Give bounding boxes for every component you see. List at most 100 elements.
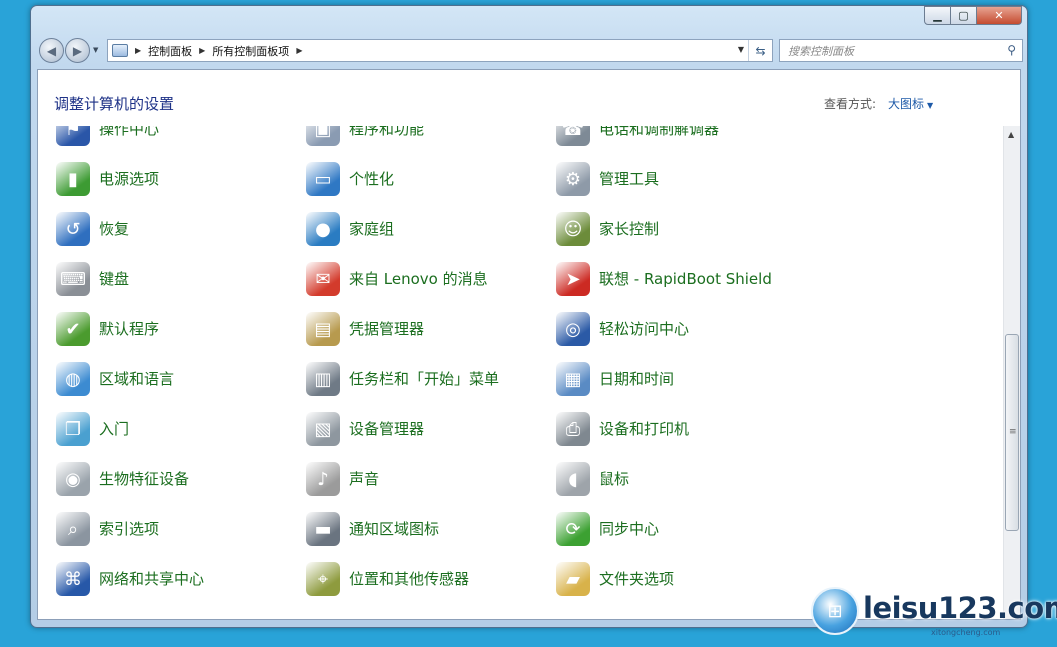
- view-by-label: 查看方式:: [824, 97, 877, 111]
- control-panel-item[interactable]: ⟳ 同步中心: [556, 508, 796, 548]
- search-input[interactable]: 搜索控制面板: [788, 43, 854, 59]
- parental-icon: ☺: [556, 212, 590, 246]
- breadcrumb-separator-icon[interactable]: ▶: [199, 46, 205, 55]
- item-label[interactable]: 电话和调制解调器: [599, 126, 719, 139]
- monitor-icon: ▭: [306, 162, 340, 196]
- control-panel-item[interactable]: ▬ 通知区域图标: [306, 508, 546, 548]
- control-panel-item[interactable]: ▧ 设备管理器: [306, 408, 546, 448]
- mouse-icon: ◖: [556, 462, 590, 496]
- watermark-subtext: xitongcheng.com: [931, 628, 1001, 637]
- control-panel-item[interactable]: ⌘ 网络和共享中心: [56, 558, 296, 598]
- control-panel-item[interactable]: ◎ 轻松访问中心: [556, 308, 796, 348]
- item-label[interactable]: 设备和打印机: [599, 418, 689, 439]
- control-panel-item[interactable]: ⌕ 索引选项: [56, 508, 296, 548]
- refresh-button[interactable]: ⇆: [748, 40, 772, 61]
- breadcrumb-separator-icon[interactable]: ▶: [135, 46, 141, 55]
- search-icon[interactable]: ⚲: [1007, 43, 1016, 57]
- watermark: ⊞ leisu123.com xitongcheng.com: [811, 583, 1057, 645]
- item-label[interactable]: 声音: [349, 468, 379, 489]
- keyboard-icon: ⌨: [56, 262, 90, 296]
- scrollbar-thumb[interactable]: ≡: [1005, 334, 1019, 531]
- item-label[interactable]: 家长控制: [599, 218, 659, 239]
- folder-icon: ▰: [556, 562, 590, 596]
- maximize-button[interactable]: ▢: [951, 6, 977, 25]
- breadcrumb-control-panel[interactable]: 控制面板: [148, 43, 192, 59]
- back-button[interactable]: ◀: [39, 38, 64, 63]
- item-label[interactable]: 网络和共享中心: [99, 568, 204, 589]
- taskbar-icon: ▥: [306, 362, 340, 396]
- control-panel-item[interactable]: ☺ 家长控制: [556, 208, 796, 248]
- control-panel-item[interactable]: ⚑ 操作中心: [56, 126, 296, 148]
- control-panel-item[interactable]: ▭ 个性化: [306, 158, 546, 198]
- control-panel-item[interactable]: ☎ 电话和调制解调器: [556, 126, 796, 148]
- item-label[interactable]: 生物特征设备: [99, 468, 189, 489]
- breadcrumb-all-items[interactable]: 所有控制面板项: [212, 43, 289, 59]
- item-label[interactable]: 默认程序: [99, 318, 159, 339]
- control-panel-item[interactable]: ↺ 恢复: [56, 208, 296, 248]
- control-panel-item[interactable]: ❐ 入门: [56, 408, 296, 448]
- item-label[interactable]: 管理工具: [599, 168, 659, 189]
- item-label[interactable]: 鼠标: [599, 468, 629, 489]
- control-panel-item[interactable]: ▥ 任务栏和「开始」菜单: [306, 358, 546, 398]
- item-label[interactable]: 恢复: [99, 218, 129, 239]
- recent-pages-dropdown[interactable]: ▼: [93, 46, 98, 54]
- item-label[interactable]: 同步中心: [599, 518, 659, 539]
- item-label[interactable]: 键盘: [99, 268, 129, 289]
- item-label[interactable]: 文件夹选项: [599, 568, 674, 589]
- chevron-down-icon[interactable]: ▼: [927, 101, 933, 110]
- address-bar[interactable]: ▶ 控制面板 ▶ 所有控制面板项 ▶ ▼ ⇆: [107, 39, 773, 62]
- close-icon: ✕: [994, 9, 1004, 22]
- device-manager-icon: ▧: [306, 412, 340, 446]
- item-label[interactable]: 程序和功能: [349, 126, 424, 139]
- item-label[interactable]: 个性化: [349, 168, 394, 189]
- item-label[interactable]: 位置和其他传感器: [349, 568, 469, 589]
- control-panel-item[interactable]: ⌖ 位置和其他传感器: [306, 558, 546, 598]
- control-panel-item[interactable]: ✉ 来自 Lenovo 的消息: [306, 258, 546, 298]
- control-panel-item[interactable]: ▤ 凭据管理器: [306, 308, 546, 348]
- globe-icon: ◍: [56, 362, 90, 396]
- item-label[interactable]: 来自 Lenovo 的消息: [349, 268, 488, 289]
- content-pane: 调整计算机的设置 查看方式: 大图标 ▼ ⚑ 操作中心 ▣ 程序和功能 ☎ 电话和调制解调器…: [37, 69, 1021, 620]
- control-panel-item[interactable]: ✔ 默认程序: [56, 308, 296, 348]
- minimize-button[interactable]: ▁: [924, 6, 951, 25]
- forward-button[interactable]: ▶: [65, 38, 90, 63]
- search-box[interactable]: 搜索控制面板 ⚲: [779, 39, 1023, 62]
- control-panel-item[interactable]: ➤ 联想 - RapidBoot Shield: [556, 258, 796, 298]
- item-label[interactable]: 家庭组: [349, 218, 394, 239]
- close-button[interactable]: ✕: [977, 6, 1022, 25]
- control-panel-item[interactable]: ▰ 文件夹选项: [556, 558, 796, 598]
- window-controls: ▁ ▢ ✕: [924, 6, 1022, 25]
- item-label[interactable]: 日期和时间: [599, 368, 674, 389]
- grip-icon: ≡: [1009, 427, 1017, 437]
- control-panel-item[interactable]: ♪ 声音: [306, 458, 546, 498]
- breadcrumb-separator-icon[interactable]: ▶: [296, 46, 302, 55]
- control-panel-item[interactable]: ◉ 生物特征设备: [56, 458, 296, 498]
- view-by-value[interactable]: 大图标: [888, 97, 924, 111]
- item-label[interactable]: 轻松访问中心: [599, 318, 689, 339]
- item-label[interactable]: 电源选项: [99, 168, 159, 189]
- item-label[interactable]: 操作中心: [99, 126, 159, 139]
- item-label[interactable]: 区域和语言: [99, 368, 174, 389]
- control-panel-item[interactable]: ▣ 程序和功能: [306, 126, 546, 148]
- item-label[interactable]: 索引选项: [99, 518, 159, 539]
- item-label[interactable]: 联想 - RapidBoot Shield: [599, 268, 772, 289]
- control-panel-item[interactable]: ◖ 鼠标: [556, 458, 796, 498]
- control-panel-item[interactable]: ⚙ 管理工具: [556, 158, 796, 198]
- item-label[interactable]: 通知区域图标: [349, 518, 439, 539]
- control-panel-item[interactable]: ⌨ 键盘: [56, 258, 296, 298]
- view-by-dropdown[interactable]: 大图标 ▼: [888, 95, 933, 112]
- notification-icon: ▬: [306, 512, 340, 546]
- item-label[interactable]: 凭据管理器: [349, 318, 424, 339]
- control-panel-item[interactable]: ▦ 日期和时间: [556, 358, 796, 398]
- control-panel-item[interactable]: ◍ 区域和语言: [56, 358, 296, 398]
- maximize-icon: ▢: [958, 9, 969, 22]
- scroll-up-icon[interactable]: ▲: [1008, 130, 1014, 139]
- item-label[interactable]: 入门: [99, 418, 129, 439]
- vertical-scrollbar[interactable]: ▲ ≡: [1003, 126, 1020, 619]
- address-dropdown-icon[interactable]: ▼: [738, 45, 744, 54]
- control-panel-item[interactable]: ⎙ 设备和打印机: [556, 408, 796, 448]
- item-label[interactable]: 任务栏和「开始」菜单: [349, 368, 499, 389]
- item-label[interactable]: 设备管理器: [349, 418, 424, 439]
- control-panel-item[interactable]: ▮ 电源选项: [56, 158, 296, 198]
- control-panel-item[interactable]: ● 家庭组: [306, 208, 546, 248]
